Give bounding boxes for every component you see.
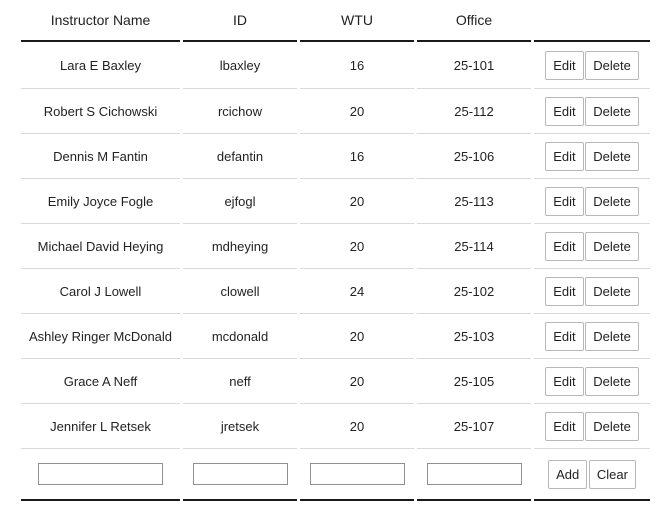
edit-button[interactable]: Edit bbox=[545, 96, 584, 126]
cell-wtu: 16 bbox=[300, 42, 414, 89]
cell-name: Robert S Cichowski bbox=[21, 89, 180, 134]
name-input[interactable] bbox=[38, 463, 163, 485]
cell-office: 25-105 bbox=[417, 359, 531, 404]
wtu-input[interactable] bbox=[309, 463, 405, 485]
cell-actions: Edit Delete bbox=[534, 314, 650, 359]
cell-office: 25-107 bbox=[417, 404, 531, 449]
column-header-wtu: WTU bbox=[300, 0, 414, 42]
cell-wtu: 24 bbox=[300, 269, 414, 314]
cell-office: 25-101 bbox=[417, 42, 531, 89]
table-row: Emily Joyce Fogle ejfogl 20 25-113 Edit … bbox=[21, 179, 650, 224]
cell-office: 25-112 bbox=[417, 89, 531, 134]
column-header-id: ID bbox=[183, 0, 297, 42]
cell-id-input bbox=[183, 449, 297, 501]
cell-office: 25-113 bbox=[417, 179, 531, 224]
office-input[interactable] bbox=[426, 463, 522, 485]
column-header-office: Office bbox=[417, 0, 531, 42]
add-instructor-row: Add Clear bbox=[21, 449, 650, 501]
cell-id: clowell bbox=[183, 269, 297, 314]
cell-wtu-input bbox=[300, 449, 414, 501]
header-row: Instructor Name ID WTU Office bbox=[21, 0, 650, 42]
cell-id: ejfogl bbox=[183, 179, 297, 224]
add-button[interactable]: Add bbox=[548, 459, 588, 489]
table-row: Dennis M Fantin defantin 16 25-106 Edit … bbox=[21, 134, 650, 179]
delete-button[interactable]: Delete bbox=[585, 141, 639, 171]
table-row: Ashley Ringer McDonald mcdonald 20 25-10… bbox=[21, 314, 650, 359]
edit-button[interactable]: Edit bbox=[545, 141, 584, 171]
table-row: Michael David Heying mdheying 20 25-114 … bbox=[21, 224, 650, 269]
cell-actions: Edit Delete bbox=[534, 359, 650, 404]
delete-button[interactable]: Delete bbox=[585, 366, 639, 396]
edit-button[interactable]: Edit bbox=[545, 231, 584, 261]
cell-wtu: 20 bbox=[300, 314, 414, 359]
cell-wtu: 20 bbox=[300, 224, 414, 269]
delete-button[interactable]: Delete bbox=[585, 276, 639, 306]
cell-name: Lara E Baxley bbox=[21, 42, 180, 89]
id-input[interactable] bbox=[192, 463, 288, 485]
cell-wtu: 16 bbox=[300, 134, 414, 179]
cell-actions: Edit Delete bbox=[534, 224, 650, 269]
table-row: Robert S Cichowski rcichow 20 25-112 Edi… bbox=[21, 89, 650, 134]
cell-id: mdheying bbox=[183, 224, 297, 269]
cell-name: Dennis M Fantin bbox=[21, 134, 180, 179]
cell-name: Emily Joyce Fogle bbox=[21, 179, 180, 224]
cell-wtu: 20 bbox=[300, 404, 414, 449]
cell-id: lbaxley bbox=[183, 42, 297, 89]
edit-button[interactable]: Edit bbox=[545, 276, 584, 306]
cell-name: Ashley Ringer McDonald bbox=[21, 314, 180, 359]
column-header-name: Instructor Name bbox=[21, 0, 180, 42]
cell-actions: Edit Delete bbox=[534, 179, 650, 224]
delete-button[interactable]: Delete bbox=[585, 186, 639, 216]
cell-actions: Edit Delete bbox=[534, 269, 650, 314]
cell-actions: Edit Delete bbox=[534, 404, 650, 449]
table-row: Grace A Neff neff 20 25-105 Edit Delete bbox=[21, 359, 650, 404]
table-row: Jennifer L Retsek jretsek 20 25-107 Edit… bbox=[21, 404, 650, 449]
table-row: Carol J Lowell clowell 24 25-102 Edit De… bbox=[21, 269, 650, 314]
cell-actions: Edit Delete bbox=[534, 42, 650, 89]
cell-office: 25-102 bbox=[417, 269, 531, 314]
edit-button[interactable]: Edit bbox=[545, 50, 584, 80]
cell-id: defantin bbox=[183, 134, 297, 179]
cell-wtu: 20 bbox=[300, 179, 414, 224]
cell-name: Michael David Heying bbox=[21, 224, 180, 269]
edit-button[interactable]: Edit bbox=[545, 186, 584, 216]
cell-office: 25-114 bbox=[417, 224, 531, 269]
cell-wtu: 20 bbox=[300, 359, 414, 404]
column-header-actions bbox=[534, 0, 650, 42]
cell-office: 25-103 bbox=[417, 314, 531, 359]
cell-id: mcdonald bbox=[183, 314, 297, 359]
table-row: Lara E Baxley lbaxley 16 25-101 Edit Del… bbox=[21, 42, 650, 89]
delete-button[interactable]: Delete bbox=[585, 411, 639, 441]
cell-name: Jennifer L Retsek bbox=[21, 404, 180, 449]
cell-form-actions: Add Clear bbox=[534, 449, 650, 501]
edit-button[interactable]: Edit bbox=[545, 321, 584, 351]
delete-button[interactable]: Delete bbox=[585, 50, 639, 80]
cell-office: 25-106 bbox=[417, 134, 531, 179]
cell-id: rcichow bbox=[183, 89, 297, 134]
cell-actions: Edit Delete bbox=[534, 89, 650, 134]
instructor-table: Instructor Name ID WTU Office Lara E Bax… bbox=[18, 0, 653, 501]
edit-button[interactable]: Edit bbox=[545, 411, 584, 441]
cell-name: Grace A Neff bbox=[21, 359, 180, 404]
cell-actions: Edit Delete bbox=[534, 134, 650, 179]
cell-office-input bbox=[417, 449, 531, 501]
edit-button[interactable]: Edit bbox=[545, 366, 584, 396]
cell-id: jretsek bbox=[183, 404, 297, 449]
clear-button[interactable]: Clear bbox=[588, 459, 636, 489]
delete-button[interactable]: Delete bbox=[585, 321, 639, 351]
cell-wtu: 20 bbox=[300, 89, 414, 134]
cell-id: neff bbox=[183, 359, 297, 404]
cell-name: Carol J Lowell bbox=[21, 269, 180, 314]
delete-button[interactable]: Delete bbox=[585, 231, 639, 261]
cell-name-input bbox=[21, 449, 180, 501]
delete-button[interactable]: Delete bbox=[585, 96, 639, 126]
